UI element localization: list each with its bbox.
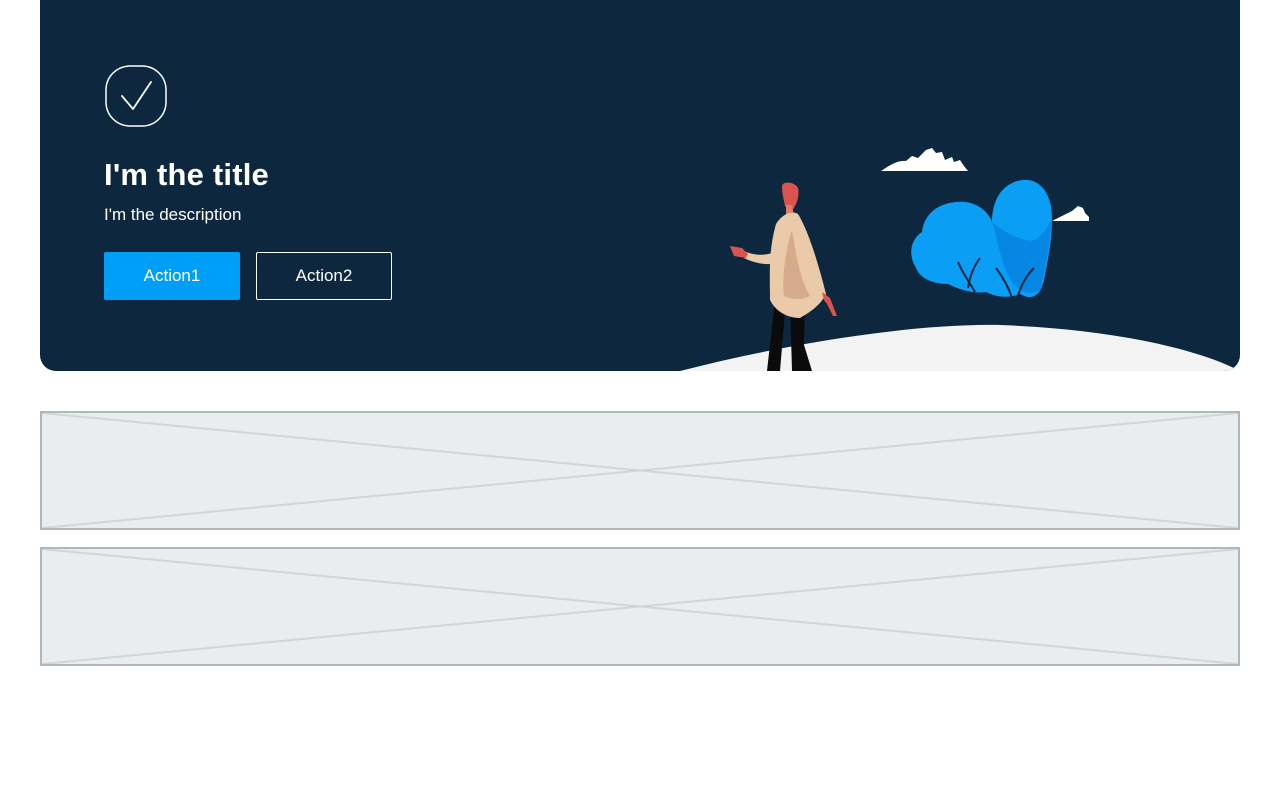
check-circle-icon — [105, 65, 167, 127]
image-placeholder-icon — [42, 549, 1238, 664]
hero-actions: Action1 Action2 — [104, 252, 392, 300]
hero-description: I'm the description — [104, 205, 242, 224]
action2-button[interactable]: Action2 — [256, 252, 392, 300]
hero-content: I'm the title I'm the description Action… — [104, 64, 392, 300]
action1-button[interactable]: Action1 — [104, 252, 240, 300]
content-placeholder-1 — [40, 411, 1240, 530]
hero-title: I'm the title — [104, 157, 269, 192]
image-placeholder-icon — [42, 413, 1238, 528]
content-placeholder-2 — [40, 547, 1240, 666]
hero-banner: I'm the title I'm the description Action… — [40, 0, 1240, 371]
